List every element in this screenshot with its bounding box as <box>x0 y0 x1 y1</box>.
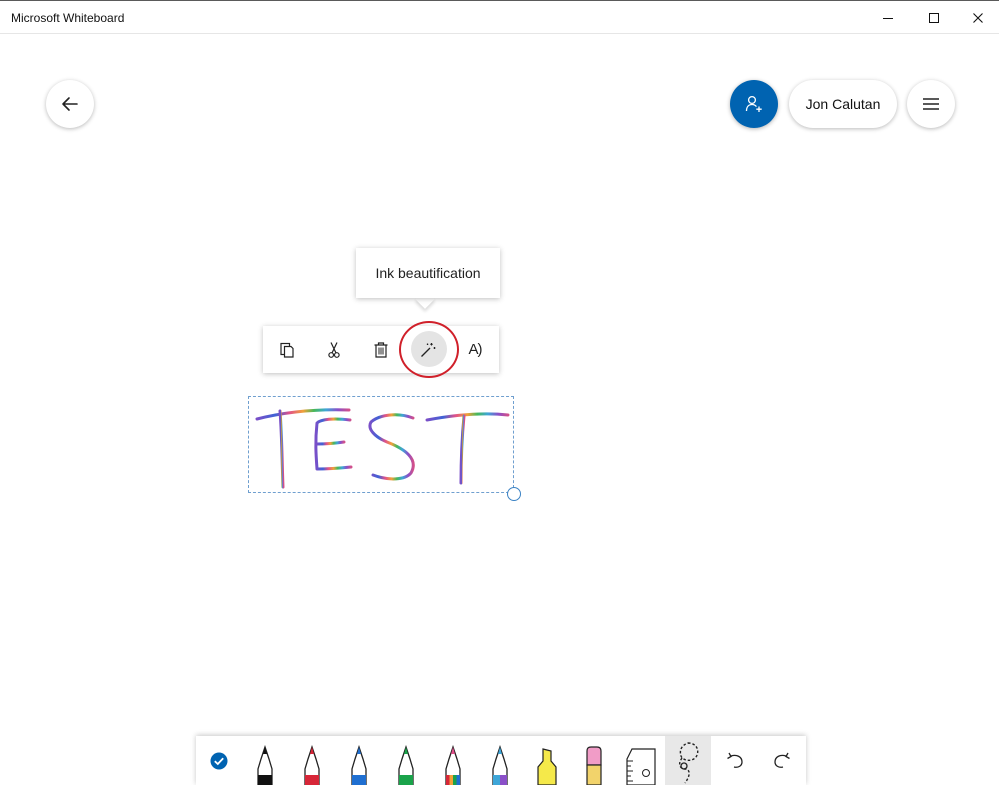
copy-icon <box>280 342 294 358</box>
ink-selection-box[interactable] <box>248 396 514 493</box>
trash-icon <box>374 341 388 358</box>
highlighter-button[interactable] <box>524 736 570 785</box>
hamburger-menu-icon <box>923 98 939 110</box>
ruler-button[interactable] <box>618 736 664 785</box>
maximize-button[interactable] <box>911 1 957 34</box>
rainbow-pen-icon <box>445 745 461 785</box>
minimize-button[interactable] <box>865 1 911 34</box>
title-bar: Microsoft Whiteboard <box>0 0 999 34</box>
handwritten-test-ink <box>255 408 510 489</box>
resize-handle[interactable] <box>507 487 521 501</box>
highlighter-icon <box>537 748 557 785</box>
red-pen-button[interactable] <box>289 736 335 785</box>
back-button[interactable] <box>46 80 94 128</box>
tooltip-text: Ink beautification <box>375 265 481 281</box>
add-person-icon <box>745 95 762 112</box>
delete-button[interactable] <box>358 326 404 373</box>
checkmark-circle-icon <box>210 752 228 769</box>
galaxy-pen-icon <box>492 745 508 785</box>
rainbow-pen-button[interactable] <box>430 736 476 785</box>
ruler-icon <box>626 748 656 785</box>
blue-pen-icon <box>351 745 367 785</box>
green-pen-button[interactable] <box>383 736 429 785</box>
black-pen-button[interactable] <box>242 736 288 785</box>
inking-toolbar <box>196 736 806 785</box>
cut-button[interactable] <box>311 326 357 373</box>
scissors-icon <box>328 341 340 358</box>
redo-button[interactable] <box>759 736 805 785</box>
black-pen-icon <box>257 745 273 785</box>
user-name: Jon Calutan <box>805 96 881 112</box>
lasso-select-button[interactable] <box>665 736 711 785</box>
invite-button[interactable] <box>730 80 778 128</box>
settings-menu-button[interactable] <box>907 80 955 128</box>
minimize-icon <box>883 17 893 19</box>
read-aloud-icon: A) <box>468 341 483 358</box>
green-pen-icon <box>398 745 414 785</box>
undo-button[interactable] <box>712 736 758 785</box>
close-button[interactable] <box>955 1 999 34</box>
eraser-icon <box>586 746 602 785</box>
close-icon <box>973 12 983 23</box>
done-button[interactable] <box>196 736 242 785</box>
copy-button[interactable] <box>264 326 310 373</box>
user-name-button[interactable]: Jon Calutan <box>789 80 897 128</box>
highlight-circle <box>399 321 459 378</box>
back-arrow-icon <box>62 97 78 111</box>
eraser-button[interactable] <box>571 736 617 785</box>
red-pen-icon <box>304 745 320 785</box>
redo-icon <box>774 752 790 768</box>
undo-icon <box>727 752 743 768</box>
selection-context-menu: A) <box>263 326 499 373</box>
galaxy-pen-button[interactable] <box>477 736 523 785</box>
blue-pen-button[interactable] <box>336 736 382 785</box>
lasso-icon <box>678 742 699 784</box>
maximize-icon <box>929 12 939 23</box>
window-title: Microsoft Whiteboard <box>11 11 125 25</box>
